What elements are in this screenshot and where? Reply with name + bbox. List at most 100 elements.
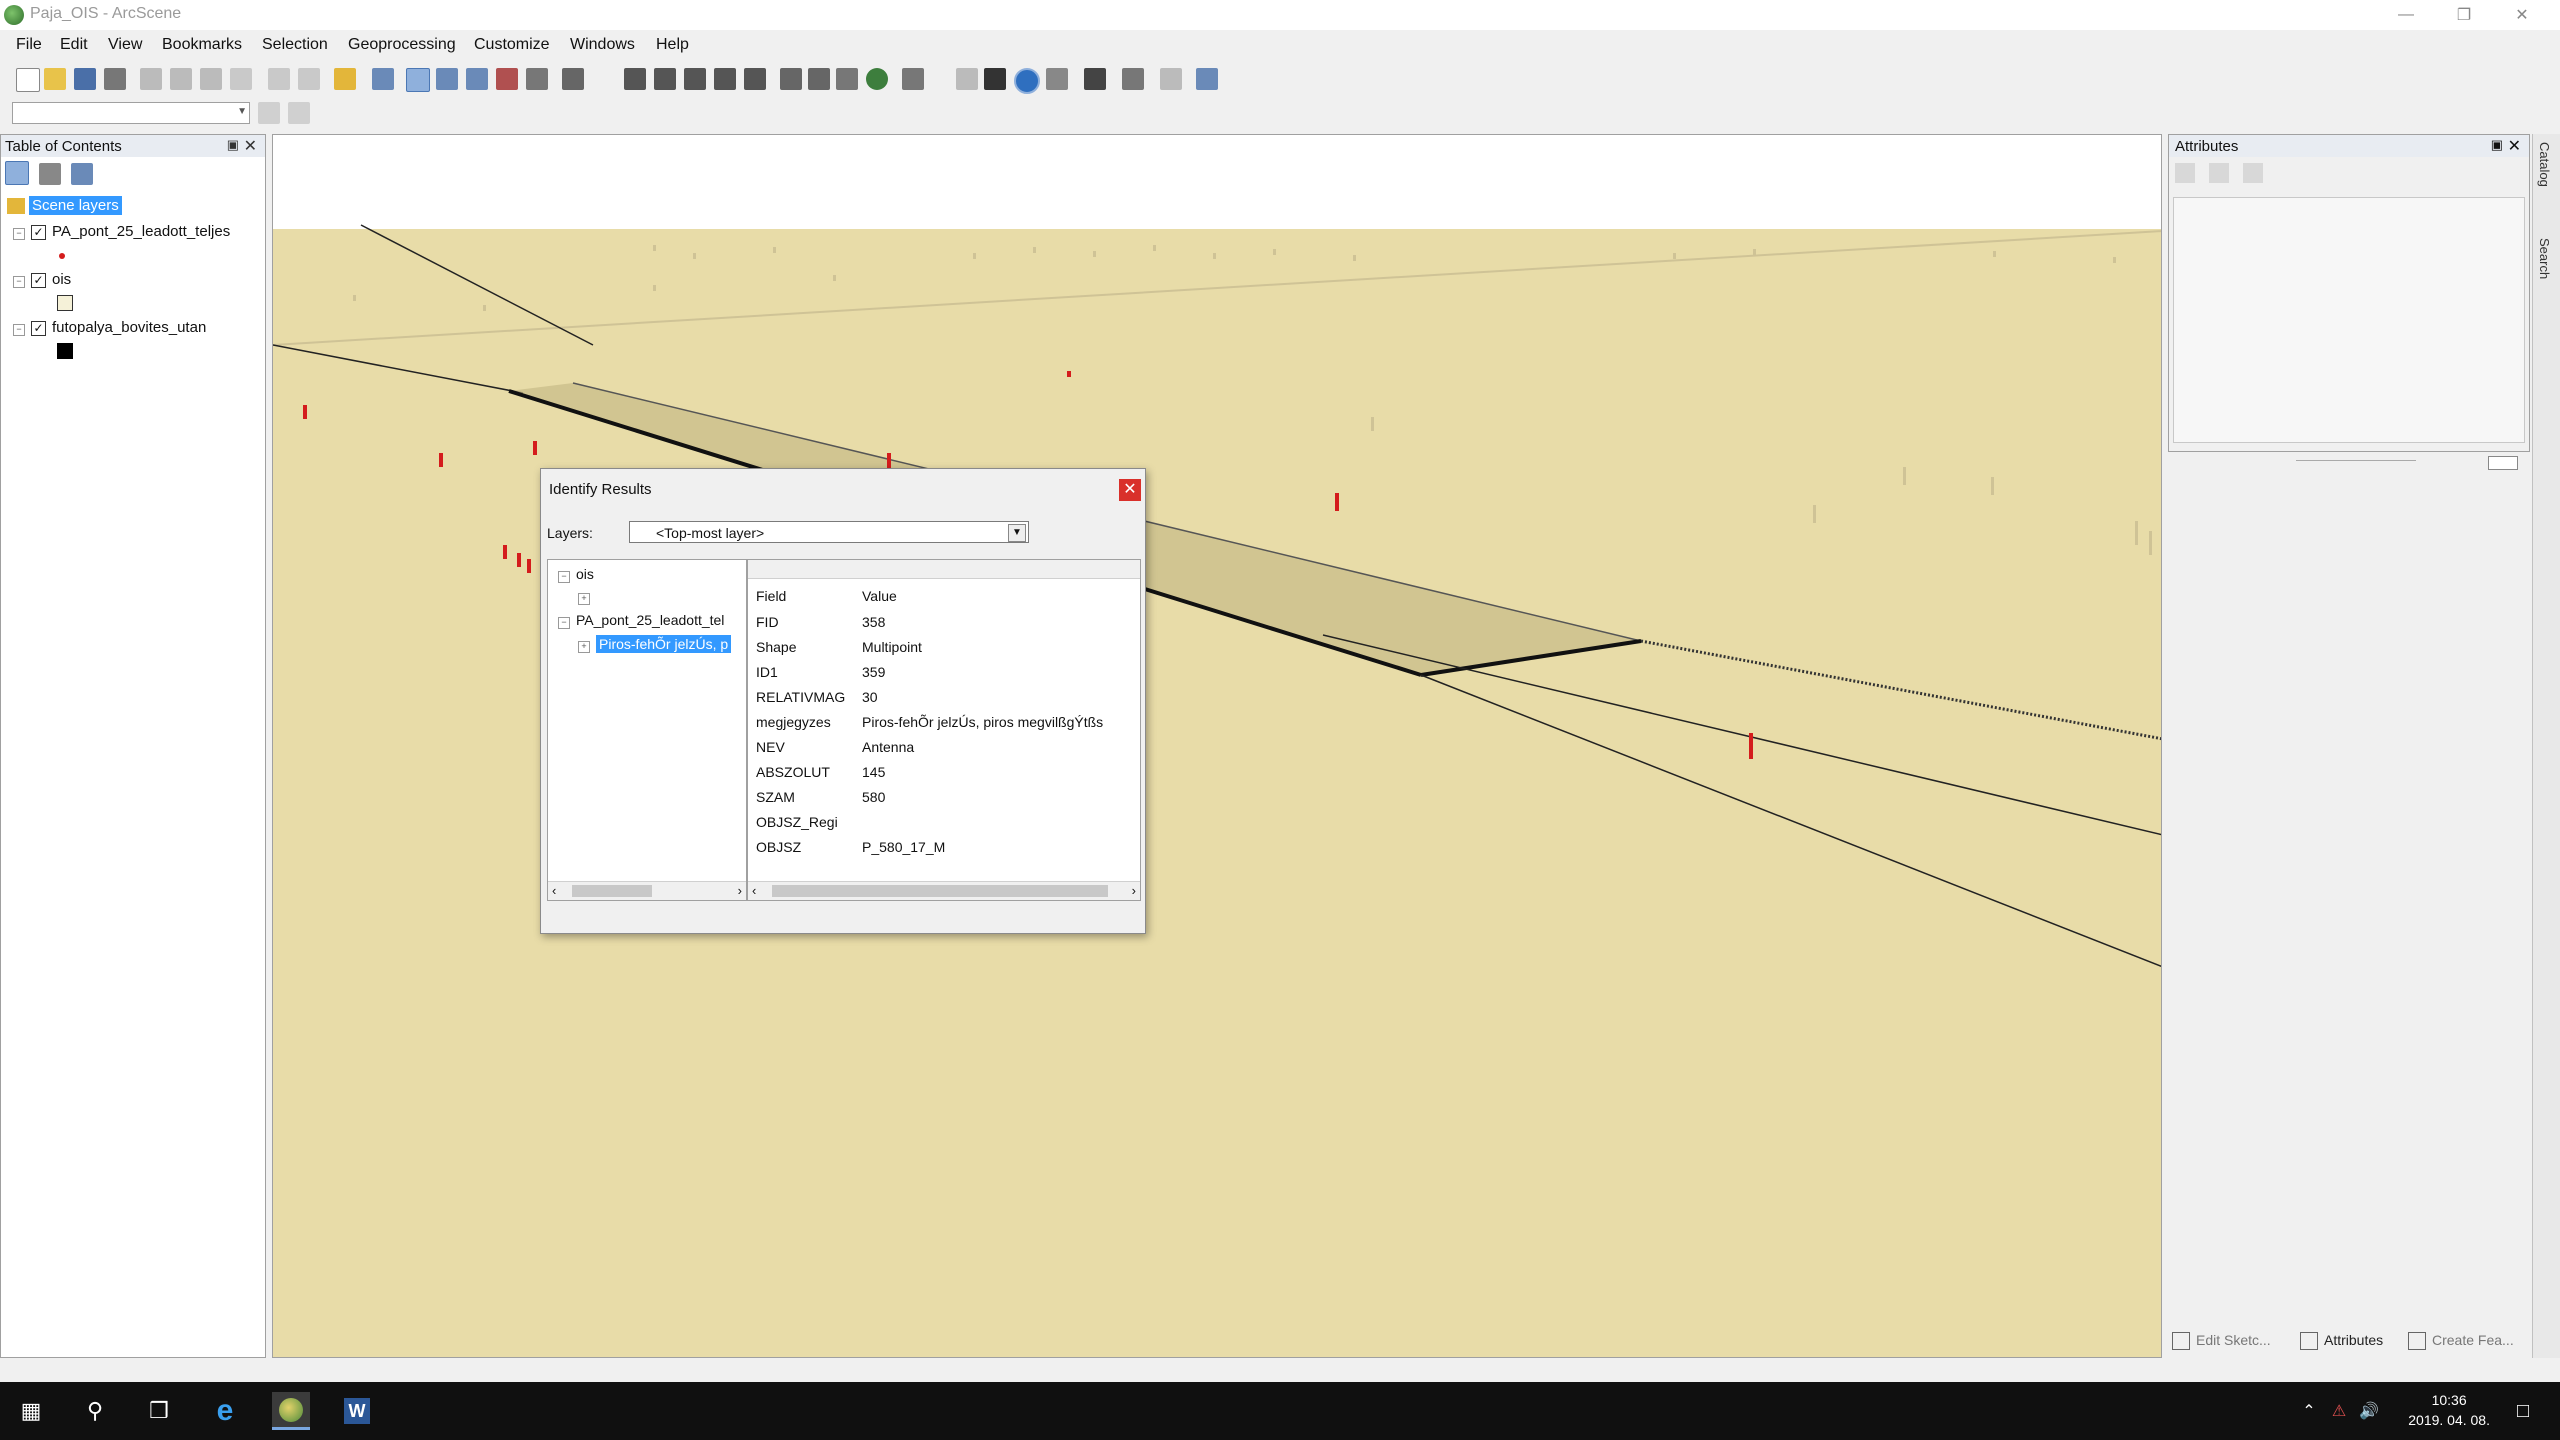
open-folder-icon[interactable] — [44, 68, 66, 90]
list-by-source-icon[interactable] — [39, 163, 62, 185]
scroll-thumb[interactable] — [572, 885, 652, 897]
save-icon[interactable] — [74, 68, 96, 90]
copy-icon[interactable] — [170, 68, 192, 90]
close-icon[interactable]: ✕ — [244, 136, 257, 156]
set-observer-icon[interactable] — [744, 68, 766, 90]
clear-selection-icon[interactable] — [956, 68, 978, 90]
close-icon[interactable]: ✕ — [2508, 136, 2521, 156]
scroll-left-icon[interactable]: ‹ — [552, 883, 556, 898]
layer-combo[interactable]: ▼ — [12, 102, 250, 124]
scene-properties-icon[interactable] — [372, 68, 394, 90]
table-icon[interactable] — [2175, 163, 2195, 183]
target-center-icon[interactable] — [684, 68, 706, 90]
zoom-out-icon[interactable] — [808, 68, 830, 90]
toc-window-icon[interactable] — [406, 68, 430, 92]
tree-node[interactable]: − PA_pont_25_leadott_tel — [558, 612, 724, 629]
table-row[interactable]: megjegyzes Piros-fehÕr jelzÚs, piros megv… — [756, 714, 1103, 730]
menu-help[interactable]: Help — [656, 36, 689, 54]
close-dialog-button[interactable]: ✕ — [1119, 479, 1141, 501]
print-icon[interactable] — [104, 68, 126, 90]
editor-icon[interactable] — [562, 68, 584, 90]
pin-icon[interactable]: ▣ — [227, 137, 239, 153]
maximize-button[interactable]: ❐ — [2436, 0, 2492, 30]
tree-node-selected[interactable]: + Piros-fehÕr jelzÚs, p — [578, 635, 732, 653]
redo-icon[interactable] — [298, 68, 320, 90]
animation-icon[interactable] — [1160, 68, 1182, 90]
expand-icon[interactable]: + — [578, 641, 590, 653]
collapse-icon[interactable]: − — [13, 276, 25, 288]
sort-icon[interactable] — [2209, 163, 2230, 183]
scroll-thumb[interactable] — [772, 885, 1108, 897]
menu-edit[interactable]: Edit — [60, 36, 88, 54]
toc-layer-row[interactable]: − ✓ PA_pont_25_leadott_teljes — [13, 223, 230, 240]
toc-layer-row[interactable]: − ✓ ois — [13, 271, 71, 288]
layer-checkbox[interactable]: ✓ — [31, 273, 46, 288]
pin-icon[interactable]: ▣ — [2491, 137, 2503, 153]
notifications-icon[interactable]: □ — [2504, 1392, 2542, 1430]
table-row[interactable]: Shape Multipoint — [756, 639, 922, 655]
menu-geoprocessing[interactable]: Geoprocessing — [348, 36, 456, 54]
search-tab[interactable]: Search — [2537, 238, 2552, 279]
identify-icon[interactable] — [1014, 68, 1040, 94]
pan-icon[interactable] — [836, 68, 858, 90]
tree-node[interactable]: + — [578, 588, 596, 605]
arctoolbox-icon[interactable] — [496, 68, 518, 90]
panel-toggle-icon[interactable] — [2488, 456, 2518, 470]
chevron-down-icon[interactable]: ▼ — [1008, 524, 1026, 542]
system-clock[interactable]: 10:36 2019. 04. 08. — [2408, 1390, 2490, 1430]
scroll-left-icon[interactable]: ‹ — [752, 883, 756, 898]
undo-icon[interactable] — [268, 68, 290, 90]
menu-windows[interactable]: Windows — [570, 36, 635, 54]
menu-view[interactable]: View — [108, 36, 142, 54]
navigate-icon[interactable] — [624, 68, 646, 90]
layer-checkbox[interactable]: ✓ — [31, 321, 46, 336]
table-row[interactable]: FID 358 — [756, 614, 885, 630]
windows-start-icon[interactable]: ▦ — [12, 1392, 50, 1430]
table-row[interactable]: SZAM 580 — [756, 789, 885, 805]
menu-bookmarks[interactable]: Bookmarks — [162, 36, 242, 54]
table-row[interactable]: ABSZOLUT 145 — [756, 764, 885, 780]
attributes-tab[interactable]: Attributes — [2300, 1332, 2383, 1351]
collapse-icon[interactable]: − — [13, 228, 25, 240]
python-window-icon[interactable] — [526, 68, 548, 90]
new-document-icon[interactable] — [16, 68, 40, 92]
full-extent-icon[interactable] — [866, 68, 888, 90]
create-features-tab[interactable]: Create Fea... — [2408, 1332, 2514, 1351]
catalog-window-icon[interactable] — [436, 68, 458, 90]
zoom-in-icon[interactable] — [780, 68, 802, 90]
list-by-drawing-order-icon[interactable] — [5, 161, 29, 185]
3d-analyst-icon[interactable] — [1196, 68, 1218, 90]
cut-icon[interactable] — [140, 68, 162, 90]
search-icon[interactable]: ⚲ — [76, 1392, 114, 1430]
table-row[interactable]: NEV Antenna — [756, 739, 914, 755]
delete-icon[interactable] — [230, 68, 252, 90]
search-window-icon[interactable] — [466, 68, 488, 90]
fly-icon[interactable] — [654, 68, 676, 90]
table-row[interactable]: OBJSZ_Regi — [756, 814, 862, 830]
table-row[interactable]: OBJSZ P_580_17_M — [756, 839, 945, 855]
word-taskbar-icon[interactable]: W — [338, 1392, 376, 1430]
task-view-icon[interactable]: ❒ — [140, 1392, 178, 1430]
scroll-right-icon[interactable]: › — [1132, 883, 1136, 898]
menu-customize[interactable]: Customize — [474, 36, 550, 54]
scroll-right-icon[interactable]: › — [738, 883, 742, 898]
list-by-visibility-icon[interactable] — [71, 163, 94, 185]
paste-icon[interactable] — [200, 68, 222, 90]
splitter[interactable] — [2296, 460, 2416, 461]
menu-file[interactable]: File — [16, 36, 42, 54]
layers-dropdown[interactable]: <Top-most layer> ▼ — [629, 521, 1029, 543]
tree-scrollbar[interactable]: ‹ › — [548, 881, 746, 900]
toc-layer-row[interactable]: − ✓ futopalya_bovites_utan — [13, 319, 206, 336]
find-icon[interactable] — [1084, 68, 1106, 90]
select-elements-icon[interactable] — [984, 68, 1006, 90]
collapse-icon[interactable]: − — [13, 324, 25, 336]
toc-root[interactable]: Scene layers — [7, 196, 122, 215]
menu-selection[interactable]: Selection — [262, 36, 328, 54]
internet-explorer-icon[interactable]: e — [206, 1392, 244, 1430]
close-window-button[interactable]: ✕ — [2494, 0, 2550, 30]
grid-scrollbar[interactable]: ‹ › — [748, 881, 1140, 900]
table-row[interactable]: RELATIVMAG 30 — [756, 689, 878, 705]
table-row[interactable]: ID1 359 — [756, 664, 885, 680]
edit-sketch-tab[interactable]: Edit Sketc... — [2172, 1332, 2271, 1351]
measure-icon[interactable] — [1122, 68, 1144, 90]
